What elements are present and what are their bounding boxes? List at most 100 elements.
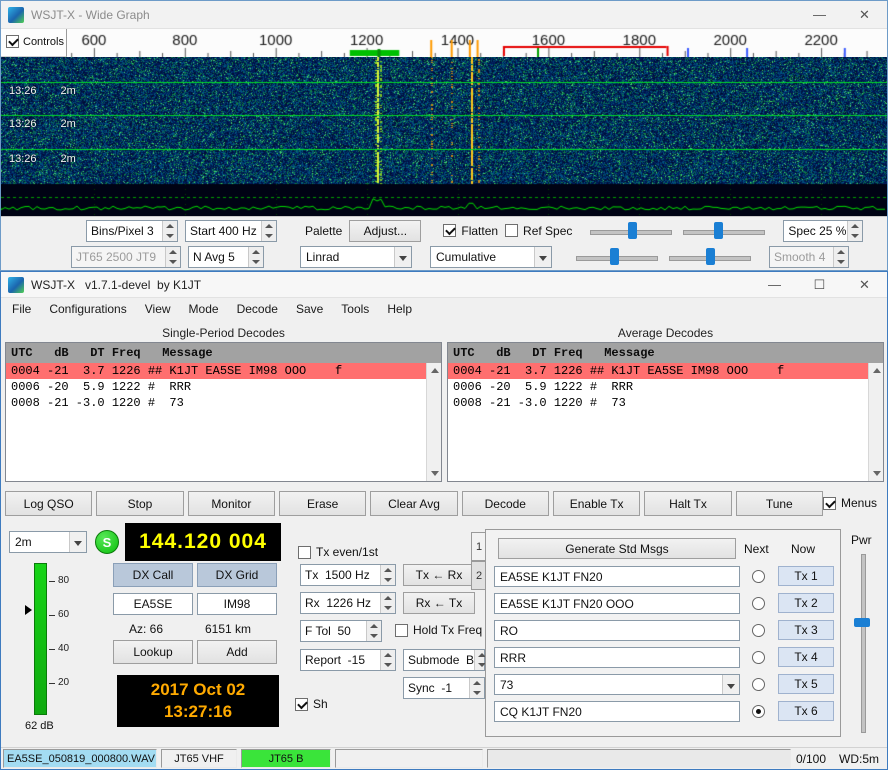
wide-graph-titlebar[interactable]: WSJT-X - Wide Graph — ✕ xyxy=(1,1,887,29)
dropdown-arrow-icon[interactable] xyxy=(534,247,551,267)
dx-grid-field[interactable]: IM98 xyxy=(197,593,277,615)
scroll-down-icon[interactable] xyxy=(427,466,442,481)
hold-tx-freq-checkbox[interactable]: Hold Tx Freq xyxy=(395,623,482,637)
spin-up-icon[interactable] xyxy=(262,221,276,231)
menu-view[interactable]: View xyxy=(136,299,180,319)
dx-call-button[interactable]: DX Call xyxy=(113,563,193,587)
slider-thumb[interactable] xyxy=(610,248,619,265)
spin-up-icon[interactable] xyxy=(163,221,177,231)
display-mode-combo[interactable]: Cumulative xyxy=(430,246,552,268)
menu-configurations[interactable]: Configurations xyxy=(40,299,135,319)
spin-down-icon[interactable] xyxy=(381,575,395,585)
single-decodes-text-area[interactable]: UTC dB DT Freq Message 0004 -21 3.7 1226… xyxy=(5,342,442,482)
minimize-button[interactable]: — xyxy=(797,1,842,28)
tx3-message-field[interactable]: RO xyxy=(494,620,740,641)
stop-button[interactable]: Stop xyxy=(96,491,183,516)
menu-file[interactable]: File xyxy=(3,299,40,319)
spin-up-icon[interactable] xyxy=(381,650,395,660)
spin-down-icon[interactable] xyxy=(381,660,395,670)
spin-up-icon[interactable] xyxy=(367,621,381,631)
spin-up-icon[interactable] xyxy=(475,650,484,660)
slider-thumb[interactable] xyxy=(706,248,715,265)
tab-2[interactable]: 2 xyxy=(471,561,486,590)
tx4-next-radio[interactable] xyxy=(752,651,765,664)
halt-tx-button[interactable]: Halt Tx xyxy=(644,491,731,516)
tx6-message-field[interactable]: CQ K1JT FN20 xyxy=(494,701,740,722)
slider-thumb[interactable] xyxy=(854,618,870,627)
tx3-next-radio[interactable] xyxy=(752,624,765,637)
tx2-now-button[interactable]: Tx 2 xyxy=(778,593,834,613)
log-qso-button[interactable]: Log QSO xyxy=(5,491,92,516)
menu-decode[interactable]: Decode xyxy=(228,299,287,319)
spin-up-icon[interactable] xyxy=(381,565,395,575)
scroll-up-icon[interactable] xyxy=(427,363,442,378)
slider-thumb[interactable] xyxy=(714,222,723,239)
tx5-now-button[interactable]: Tx 5 xyxy=(778,674,834,694)
tx1-message-field[interactable]: EA5SE K1JT FN20 xyxy=(494,566,740,587)
tab-1[interactable]: 1 xyxy=(471,532,486,561)
tx3-now-button[interactable]: Tx 3 xyxy=(778,620,834,640)
tx1-now-button[interactable]: Tx 1 xyxy=(778,566,834,586)
lookup-button[interactable]: Lookup xyxy=(113,640,193,664)
waterfall-gain-slider[interactable] xyxy=(588,221,674,241)
clear-avg-button[interactable]: Clear Avg xyxy=(370,491,457,516)
monitor-button[interactable]: Monitor xyxy=(188,491,275,516)
scrollbar[interactable] xyxy=(868,363,883,481)
scrollbar[interactable] xyxy=(426,363,441,481)
pwr-slider[interactable] xyxy=(853,552,871,735)
waterfall-display[interactable]: 13:26 2m 13:26 2m 13:26 2m xyxy=(1,57,887,216)
generate-std-msgs-button[interactable]: Generate Std Msgs xyxy=(498,538,736,559)
spin-down-icon[interactable] xyxy=(249,257,263,267)
menus-checkbox[interactable]: Menus xyxy=(823,496,877,510)
average-decodes-text-area[interactable]: UTC dB DT Freq Message 0004 -21 3.7 1226… xyxy=(447,342,884,482)
tx4-message-field[interactable]: RRR xyxy=(494,647,740,668)
menu-tools[interactable]: Tools xyxy=(332,299,378,319)
decode-row[interactable]: 0008 -21 -3.0 1220 # 73 xyxy=(6,395,441,411)
tune-button[interactable]: Tune xyxy=(736,491,823,516)
menu-save[interactable]: Save xyxy=(287,299,332,319)
spin-up-icon[interactable] xyxy=(848,221,862,231)
n-avg-spinner[interactable]: N Avg 5 xyxy=(188,246,264,268)
decode-row[interactable]: 0004 -21 3.7 1226 ## K1JT EA5SE IM98 OOO… xyxy=(448,363,883,379)
decode-row[interactable]: 0008 -21 -3.0 1220 # 73 xyxy=(448,395,883,411)
spectrum-gain-slider[interactable] xyxy=(574,247,660,267)
tx-freq-spinner[interactable]: Tx 1500 Hz xyxy=(300,564,396,586)
erase-button[interactable]: Erase xyxy=(279,491,366,516)
spin-down-icon[interactable] xyxy=(367,631,381,641)
decode-row[interactable]: 0006 -20 5.9 1222 # RRR xyxy=(448,379,883,395)
decode-button[interactable]: Decode xyxy=(462,491,549,516)
bins-per-pixel-spinner[interactable]: Bins/Pixel 3 xyxy=(86,220,178,242)
main-titlebar[interactable]: WSJT-X v1.7.1-devel by K1JT — ☐ ✕ xyxy=(1,272,887,298)
rig-status-indicator[interactable]: S xyxy=(95,530,119,554)
tx-to-rx-button[interactable]: Tx ← Rx xyxy=(403,564,475,586)
dropdown-arrow-icon[interactable] xyxy=(394,247,411,267)
palette-combo[interactable]: Linrad xyxy=(300,246,412,268)
minimize-button[interactable]: — xyxy=(752,272,797,297)
close-button[interactable]: ✕ xyxy=(842,272,887,297)
spin-down-icon[interactable] xyxy=(262,231,276,241)
maximize-button[interactable]: ☐ xyxy=(797,272,842,297)
scroll-up-icon[interactable] xyxy=(869,363,884,378)
tx5-message-combo[interactable]: 73 xyxy=(494,674,740,695)
dropdown-arrow-icon[interactable] xyxy=(722,675,739,694)
dx-call-field[interactable]: EA5SE xyxy=(113,593,193,615)
controls-checkbox[interactable]: Controls xyxy=(6,35,64,48)
tx1-next-radio[interactable] xyxy=(752,570,765,583)
frequency-ruler[interactable]: Controls xyxy=(1,29,887,57)
scroll-down-icon[interactable] xyxy=(869,466,884,481)
ref-spec-checkbox[interactable]: Ref Spec xyxy=(505,224,572,238)
spin-down-icon[interactable] xyxy=(475,660,484,670)
tx2-message-field[interactable]: EA5SE K1JT FN20 OOO xyxy=(494,593,740,614)
adjust-palette-button[interactable]: Adjust... xyxy=(349,220,421,242)
spectrum-zero-slider[interactable] xyxy=(667,247,753,267)
tx2-next-radio[interactable] xyxy=(752,597,765,610)
tx4-now-button[interactable]: Tx 4 xyxy=(778,647,834,667)
menu-help[interactable]: Help xyxy=(378,299,421,319)
decode-row[interactable]: 0004 -21 3.7 1226 ## K1JT EA5SE IM98 OOO… xyxy=(6,363,441,379)
flatten-checkbox[interactable]: Flatten xyxy=(443,224,498,238)
sync-spinner[interactable]: Sync -1 xyxy=(403,677,485,699)
tx6-next-radio[interactable] xyxy=(752,705,765,718)
spec-percent-spinner[interactable]: Spec 25 % xyxy=(783,220,863,242)
menu-mode[interactable]: Mode xyxy=(180,299,228,319)
slider-thumb[interactable] xyxy=(628,222,637,239)
